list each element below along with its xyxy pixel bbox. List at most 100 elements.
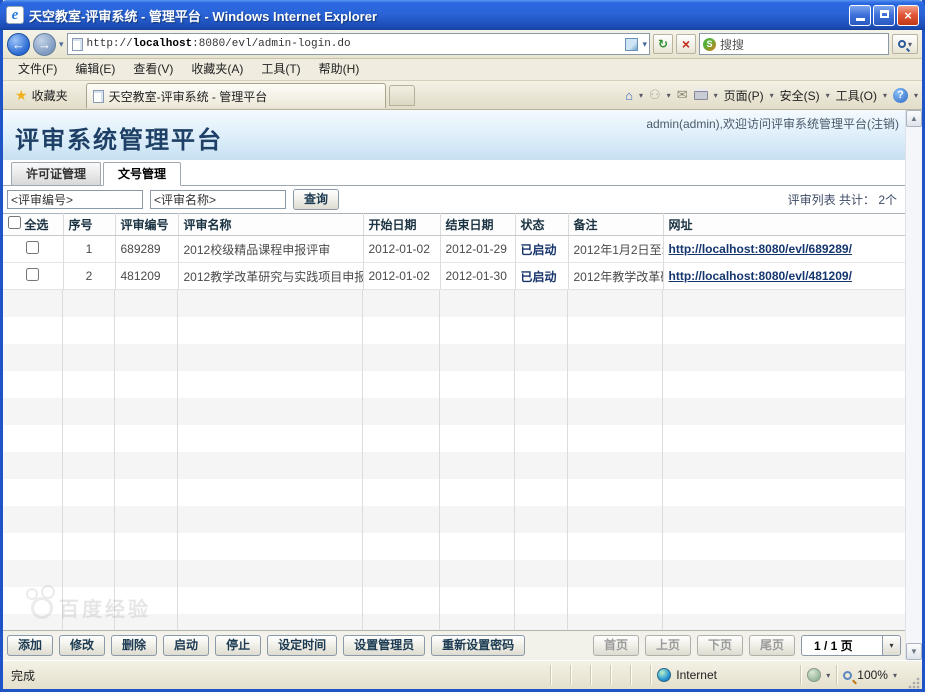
select-all-checkbox[interactable] xyxy=(8,216,21,229)
scroll-down-icon[interactable]: ▼ xyxy=(906,643,922,660)
zoom-magnifier-icon xyxy=(843,671,852,680)
tools-menu-button[interactable]: 工具(O) xyxy=(836,87,877,104)
magnifier-icon xyxy=(898,40,906,48)
browser-tab-title: 天空教室-评审系统 - 管理平台 xyxy=(109,88,268,105)
protected-mode-cell[interactable]: ▾ xyxy=(800,665,836,685)
search-go-button[interactable]: ▾ xyxy=(892,34,918,54)
tools-menu-dropdown-icon[interactable]: ▾ xyxy=(883,91,887,100)
help-icon[interactable]: ? xyxy=(893,88,908,103)
history-dropdown-icon[interactable]: ▾ xyxy=(59,39,64,50)
cell-name: 2012校级精品课程申报评审 xyxy=(178,236,363,263)
set-time-button[interactable]: 设定时间 xyxy=(267,635,337,656)
protected-mode-icon xyxy=(807,668,821,682)
user-info[interactable]: admin(admin),欢迎访问评审系统管理平台(注销) xyxy=(646,115,899,132)
security-menu-dropdown-icon[interactable]: ▾ xyxy=(826,91,830,100)
back-button[interactable]: ← xyxy=(7,33,30,56)
modify-button[interactable]: 修改 xyxy=(59,635,105,656)
refresh-button[interactable]: ↻ xyxy=(653,34,673,54)
page-selector[interactable]: 1 / 1 页 ▾ xyxy=(801,635,901,656)
menu-help[interactable]: 帮助(H) xyxy=(310,59,369,80)
page-tabs: 许可证管理 文号管理 xyxy=(3,160,905,186)
browser-tab[interactable]: 天空教室-评审系统 - 管理平台 xyxy=(86,83,386,108)
empty-table-area: 百度经验 xyxy=(3,290,905,630)
new-tab-button[interactable] xyxy=(389,85,415,106)
last-page-button[interactable]: 尾页 xyxy=(749,635,795,656)
review-url-link[interactable]: http://localhost:8080/evl/481209/ xyxy=(669,269,852,283)
page-scrollbar[interactable]: ▲ ▼ xyxy=(905,110,922,660)
title-bar: e 天空教室-评审系统 - 管理平台 - Windows Internet Ex… xyxy=(0,0,925,30)
internet-globe-icon xyxy=(657,668,671,682)
print-dropdown-icon[interactable]: ▾ xyxy=(714,91,718,100)
url-text[interactable]: http://localhost:8080/evl/admin-login.do xyxy=(87,38,622,50)
browser-search-text[interactable]: 搜搜 xyxy=(720,36,885,53)
review-url-link[interactable]: http://localhost:8080/evl/689289/ xyxy=(669,242,852,256)
cell-start: 2012-01-02 xyxy=(363,263,440,290)
menu-file[interactable]: 文件(F) xyxy=(9,59,66,80)
menu-bar: 文件(F) 编辑(E) 查看(V) 收藏夹(A) 工具(T) 帮助(H) xyxy=(3,59,922,81)
menu-edit[interactable]: 编辑(E) xyxy=(66,59,124,80)
review-name-input[interactable] xyxy=(150,190,286,209)
header-url: 网址 xyxy=(663,214,905,236)
list-summary: 评审列表 共计： 2个 xyxy=(788,191,897,208)
cell-code: 689289 xyxy=(115,236,178,263)
browser-window: e 天空教室-评审系统 - 管理平台 - Windows Internet Ex… xyxy=(0,0,925,692)
next-page-button[interactable]: 下页 xyxy=(697,635,743,656)
query-button[interactable]: 查询 xyxy=(293,189,339,210)
forward-button[interactable]: → xyxy=(33,33,56,56)
zone-label: Internet xyxy=(676,668,717,682)
home-dropdown-icon[interactable]: ▾ xyxy=(639,91,643,100)
cell-name: 2012教学改革研究与实践项目申报 xyxy=(178,263,363,290)
home-icon[interactable]: ⌂ xyxy=(625,88,633,103)
search-engine-dropdown-icon[interactable]: ▾ xyxy=(908,40,912,49)
page-menu-button[interactable]: 页面(P) xyxy=(724,87,764,104)
minimize-button[interactable] xyxy=(849,5,871,26)
browser-search-box[interactable]: S 搜搜 xyxy=(699,33,889,55)
review-code-input[interactable] xyxy=(7,190,143,209)
start-button[interactable]: 启动 xyxy=(163,635,209,656)
security-menu-button[interactable]: 安全(S) xyxy=(780,87,820,104)
zoom-level: 100% xyxy=(857,668,888,682)
review-table: 全选 序号 评审编号 评审名称 开始日期 结束日期 状态 备注 网址 1 689… xyxy=(3,213,905,290)
tab-document-number-management[interactable]: 文号管理 xyxy=(103,162,181,186)
resize-grip[interactable] xyxy=(907,676,920,689)
cell-code: 481209 xyxy=(115,263,178,290)
close-button[interactable]: × xyxy=(897,5,919,26)
security-zone-cell: Internet xyxy=(650,665,800,685)
printer-icon[interactable] xyxy=(694,91,708,100)
prev-page-button[interactable]: 上页 xyxy=(645,635,691,656)
zoom-dropdown-icon[interactable]: ▾ xyxy=(893,671,897,680)
menu-view[interactable]: 查看(V) xyxy=(124,59,182,80)
menu-favorites[interactable]: 收藏夹(A) xyxy=(182,59,252,80)
restore-button[interactable] xyxy=(873,5,895,26)
set-admin-button[interactable]: 设置管理员 xyxy=(343,635,425,656)
status-text: 完成 xyxy=(11,667,550,684)
action-button-bar: 添加 修改 删除 启动 停止 设定时间 设置管理员 重新设置密码 首页 上页 下… xyxy=(3,630,905,660)
search-row: 查询 评审列表 共计： 2个 xyxy=(3,186,905,213)
window-title: 天空教室-评审系统 - 管理平台 - Windows Internet Expl… xyxy=(29,6,849,25)
header-end: 结束日期 xyxy=(440,214,515,236)
page-menu-dropdown-icon[interactable]: ▾ xyxy=(770,91,774,100)
row-checkbox[interactable] xyxy=(26,241,39,254)
protected-mode-dropdown-icon[interactable]: ▾ xyxy=(826,671,830,680)
row-checkbox[interactable] xyxy=(26,268,39,281)
header-select-all: 全选 xyxy=(3,214,63,236)
stop-button[interactable]: × xyxy=(676,34,696,54)
mail-icon[interactable]: ✉ xyxy=(677,87,688,103)
compatibility-view-icon[interactable] xyxy=(625,38,638,51)
address-dropdown-icon[interactable]: ▾ xyxy=(642,39,647,50)
stop-review-button[interactable]: 停止 xyxy=(215,635,261,656)
menu-tools[interactable]: 工具(T) xyxy=(252,59,309,80)
delete-button[interactable]: 删除 xyxy=(111,635,157,656)
first-page-button[interactable]: 首页 xyxy=(593,635,639,656)
header-name: 评审名称 xyxy=(178,214,363,236)
help-dropdown-icon[interactable]: ▾ xyxy=(914,91,918,100)
address-field[interactable]: http://localhost:8080/evl/admin-login.do… xyxy=(67,33,650,55)
page-select-dropdown-icon[interactable]: ▾ xyxy=(882,636,900,655)
favorites-button[interactable]: ★ 收藏夹 xyxy=(7,83,76,107)
ie-logo-icon: e xyxy=(6,6,24,24)
add-button[interactable]: 添加 xyxy=(7,635,53,656)
scroll-up-icon[interactable]: ▲ xyxy=(906,110,922,127)
reset-password-button[interactable]: 重新设置密码 xyxy=(431,635,525,656)
zoom-cell[interactable]: 100% ▾ xyxy=(836,665,903,685)
tab-license-management[interactable]: 许可证管理 xyxy=(11,162,101,186)
